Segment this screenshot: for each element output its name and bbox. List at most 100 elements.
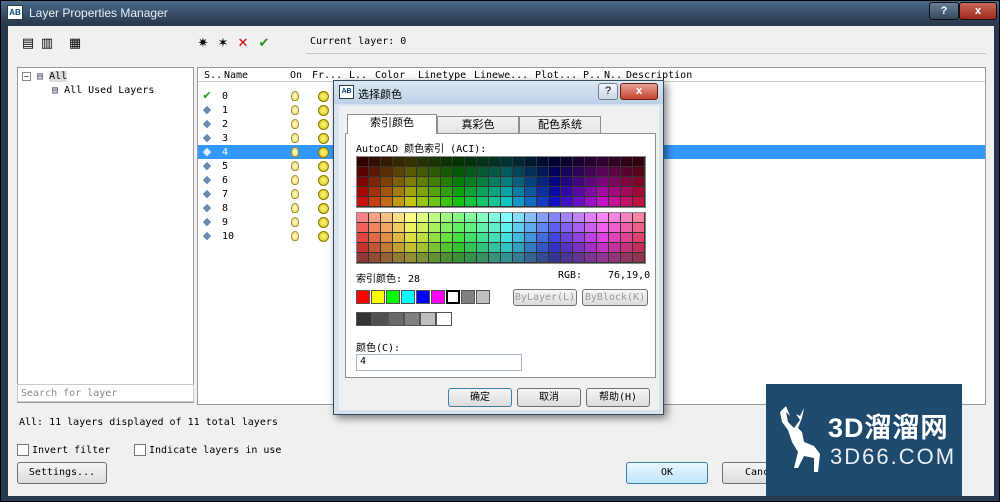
color-input[interactable]: 4 bbox=[356, 354, 522, 371]
aci-color-swatch[interactable] bbox=[381, 177, 393, 187]
standard-color-swatch[interactable] bbox=[386, 290, 400, 304]
filter-tree[interactable]: − ▤ All ▤ All Used Layers bbox=[17, 67, 194, 403]
aci-color-swatch[interactable] bbox=[633, 157, 645, 167]
aci-color-swatch[interactable] bbox=[597, 177, 609, 187]
new-layer-icon[interactable]: ✷ bbox=[195, 36, 211, 52]
aci-color-swatch[interactable] bbox=[525, 167, 537, 177]
standard-color-swatch[interactable] bbox=[431, 290, 445, 304]
aci-color-swatch[interactable] bbox=[441, 177, 453, 187]
aci-color-swatch[interactable] bbox=[561, 187, 573, 197]
aci-color-swatch[interactable] bbox=[573, 167, 585, 177]
aci-color-swatch[interactable] bbox=[453, 223, 465, 233]
layer-thaw-sun-icon[interactable] bbox=[318, 147, 329, 158]
aci-color-swatch[interactable] bbox=[381, 187, 393, 197]
aci-color-swatch[interactable] bbox=[573, 213, 585, 223]
aci-color-swatch[interactable] bbox=[465, 213, 477, 223]
aci-palette-bottom[interactable] bbox=[356, 212, 646, 264]
aci-color-swatch[interactable] bbox=[369, 213, 381, 223]
aci-color-swatch[interactable] bbox=[561, 243, 573, 253]
aci-color-swatch[interactable] bbox=[357, 167, 369, 177]
aci-color-swatch[interactable] bbox=[573, 253, 585, 263]
layer-thaw-sun-icon[interactable] bbox=[318, 133, 329, 144]
column-header-name[interactable]: Name bbox=[224, 70, 248, 81]
aci-color-swatch[interactable] bbox=[417, 223, 429, 233]
aci-color-swatch[interactable] bbox=[501, 223, 513, 233]
aci-color-swatch[interactable] bbox=[369, 223, 381, 233]
aci-color-swatch[interactable] bbox=[417, 197, 429, 207]
aci-color-swatch[interactable] bbox=[501, 187, 513, 197]
aci-color-swatch[interactable] bbox=[441, 233, 453, 243]
aci-color-swatch[interactable] bbox=[549, 167, 561, 177]
aci-color-swatch[interactable] bbox=[477, 157, 489, 167]
aci-color-swatch[interactable] bbox=[525, 177, 537, 187]
aci-color-swatch[interactable] bbox=[441, 243, 453, 253]
aci-color-swatch[interactable] bbox=[453, 243, 465, 253]
layer-thaw-sun-icon[interactable] bbox=[318, 217, 329, 228]
aci-color-swatch[interactable] bbox=[405, 223, 417, 233]
aci-color-swatch[interactable] bbox=[381, 213, 393, 223]
aci-color-swatch[interactable] bbox=[489, 223, 501, 233]
aci-color-swatch[interactable] bbox=[597, 197, 609, 207]
standard-color-swatch[interactable] bbox=[416, 290, 430, 304]
aci-color-swatch[interactable] bbox=[597, 223, 609, 233]
aci-color-swatch[interactable] bbox=[633, 187, 645, 197]
aci-color-swatch[interactable] bbox=[585, 233, 597, 243]
layer-on-bulb-icon[interactable] bbox=[291, 147, 299, 157]
aci-color-swatch[interactable] bbox=[453, 197, 465, 207]
aci-color-swatch[interactable] bbox=[405, 233, 417, 243]
aci-color-swatch[interactable] bbox=[549, 157, 561, 167]
layer-on-bulb-icon[interactable] bbox=[291, 217, 299, 227]
aci-color-swatch[interactable] bbox=[381, 157, 393, 167]
aci-color-swatch[interactable] bbox=[609, 253, 621, 263]
aci-color-swatch[interactable] bbox=[597, 157, 609, 167]
aci-color-swatch[interactable] bbox=[489, 167, 501, 177]
indicate-layers-checkbox[interactable] bbox=[134, 444, 146, 456]
aci-color-swatch[interactable] bbox=[609, 213, 621, 223]
aci-color-swatch[interactable] bbox=[393, 223, 405, 233]
aci-color-swatch[interactable] bbox=[405, 167, 417, 177]
aci-color-swatch[interactable] bbox=[537, 253, 549, 263]
aci-color-swatch[interactable] bbox=[477, 187, 489, 197]
gray-color-swatch[interactable] bbox=[404, 312, 420, 326]
aci-color-swatch[interactable] bbox=[465, 177, 477, 187]
aci-color-swatch[interactable] bbox=[633, 213, 645, 223]
aci-color-swatch[interactable] bbox=[561, 157, 573, 167]
aci-color-swatch[interactable] bbox=[369, 157, 381, 167]
layer-on-bulb-icon[interactable] bbox=[291, 231, 299, 241]
aci-color-swatch[interactable] bbox=[429, 167, 441, 177]
standard-color-swatch[interactable] bbox=[401, 290, 415, 304]
aci-color-swatch[interactable] bbox=[477, 213, 489, 223]
window-close-button[interactable]: x bbox=[959, 2, 997, 20]
aci-color-swatch[interactable] bbox=[513, 223, 525, 233]
aci-color-swatch[interactable] bbox=[465, 233, 477, 243]
aci-color-swatch[interactable] bbox=[561, 197, 573, 207]
aci-color-swatch[interactable] bbox=[489, 243, 501, 253]
aci-color-swatch[interactable] bbox=[537, 167, 549, 177]
set-current-icon[interactable]: ✔ bbox=[256, 36, 272, 52]
dialog-cancel-button[interactable]: 取消 bbox=[517, 388, 581, 407]
aci-color-swatch[interactable] bbox=[381, 253, 393, 263]
aci-color-swatch[interactable] bbox=[417, 243, 429, 253]
layer-thaw-sun-icon[interactable] bbox=[318, 161, 329, 172]
aci-color-swatch[interactable] bbox=[573, 243, 585, 253]
aci-color-swatch[interactable] bbox=[489, 233, 501, 243]
aci-color-swatch[interactable] bbox=[549, 233, 561, 243]
aci-color-swatch[interactable] bbox=[585, 157, 597, 167]
aci-color-swatch[interactable] bbox=[513, 157, 525, 167]
ok-button[interactable]: OK bbox=[626, 462, 708, 484]
aci-color-swatch[interactable] bbox=[393, 187, 405, 197]
aci-color-swatch[interactable] bbox=[417, 187, 429, 197]
aci-color-swatch[interactable] bbox=[489, 157, 501, 167]
aci-color-swatch[interactable] bbox=[465, 157, 477, 167]
aci-color-swatch[interactable] bbox=[537, 157, 549, 167]
aci-color-swatch[interactable] bbox=[597, 213, 609, 223]
aci-color-swatch[interactable] bbox=[633, 223, 645, 233]
aci-color-swatch[interactable] bbox=[465, 253, 477, 263]
dialog-close-button[interactable]: x bbox=[620, 83, 658, 100]
aci-color-swatch[interactable] bbox=[621, 157, 633, 167]
aci-color-swatch[interactable] bbox=[357, 253, 369, 263]
aci-color-swatch[interactable] bbox=[357, 177, 369, 187]
aci-color-swatch[interactable] bbox=[609, 233, 621, 243]
aci-color-swatch[interactable] bbox=[573, 233, 585, 243]
aci-color-swatch[interactable] bbox=[381, 223, 393, 233]
